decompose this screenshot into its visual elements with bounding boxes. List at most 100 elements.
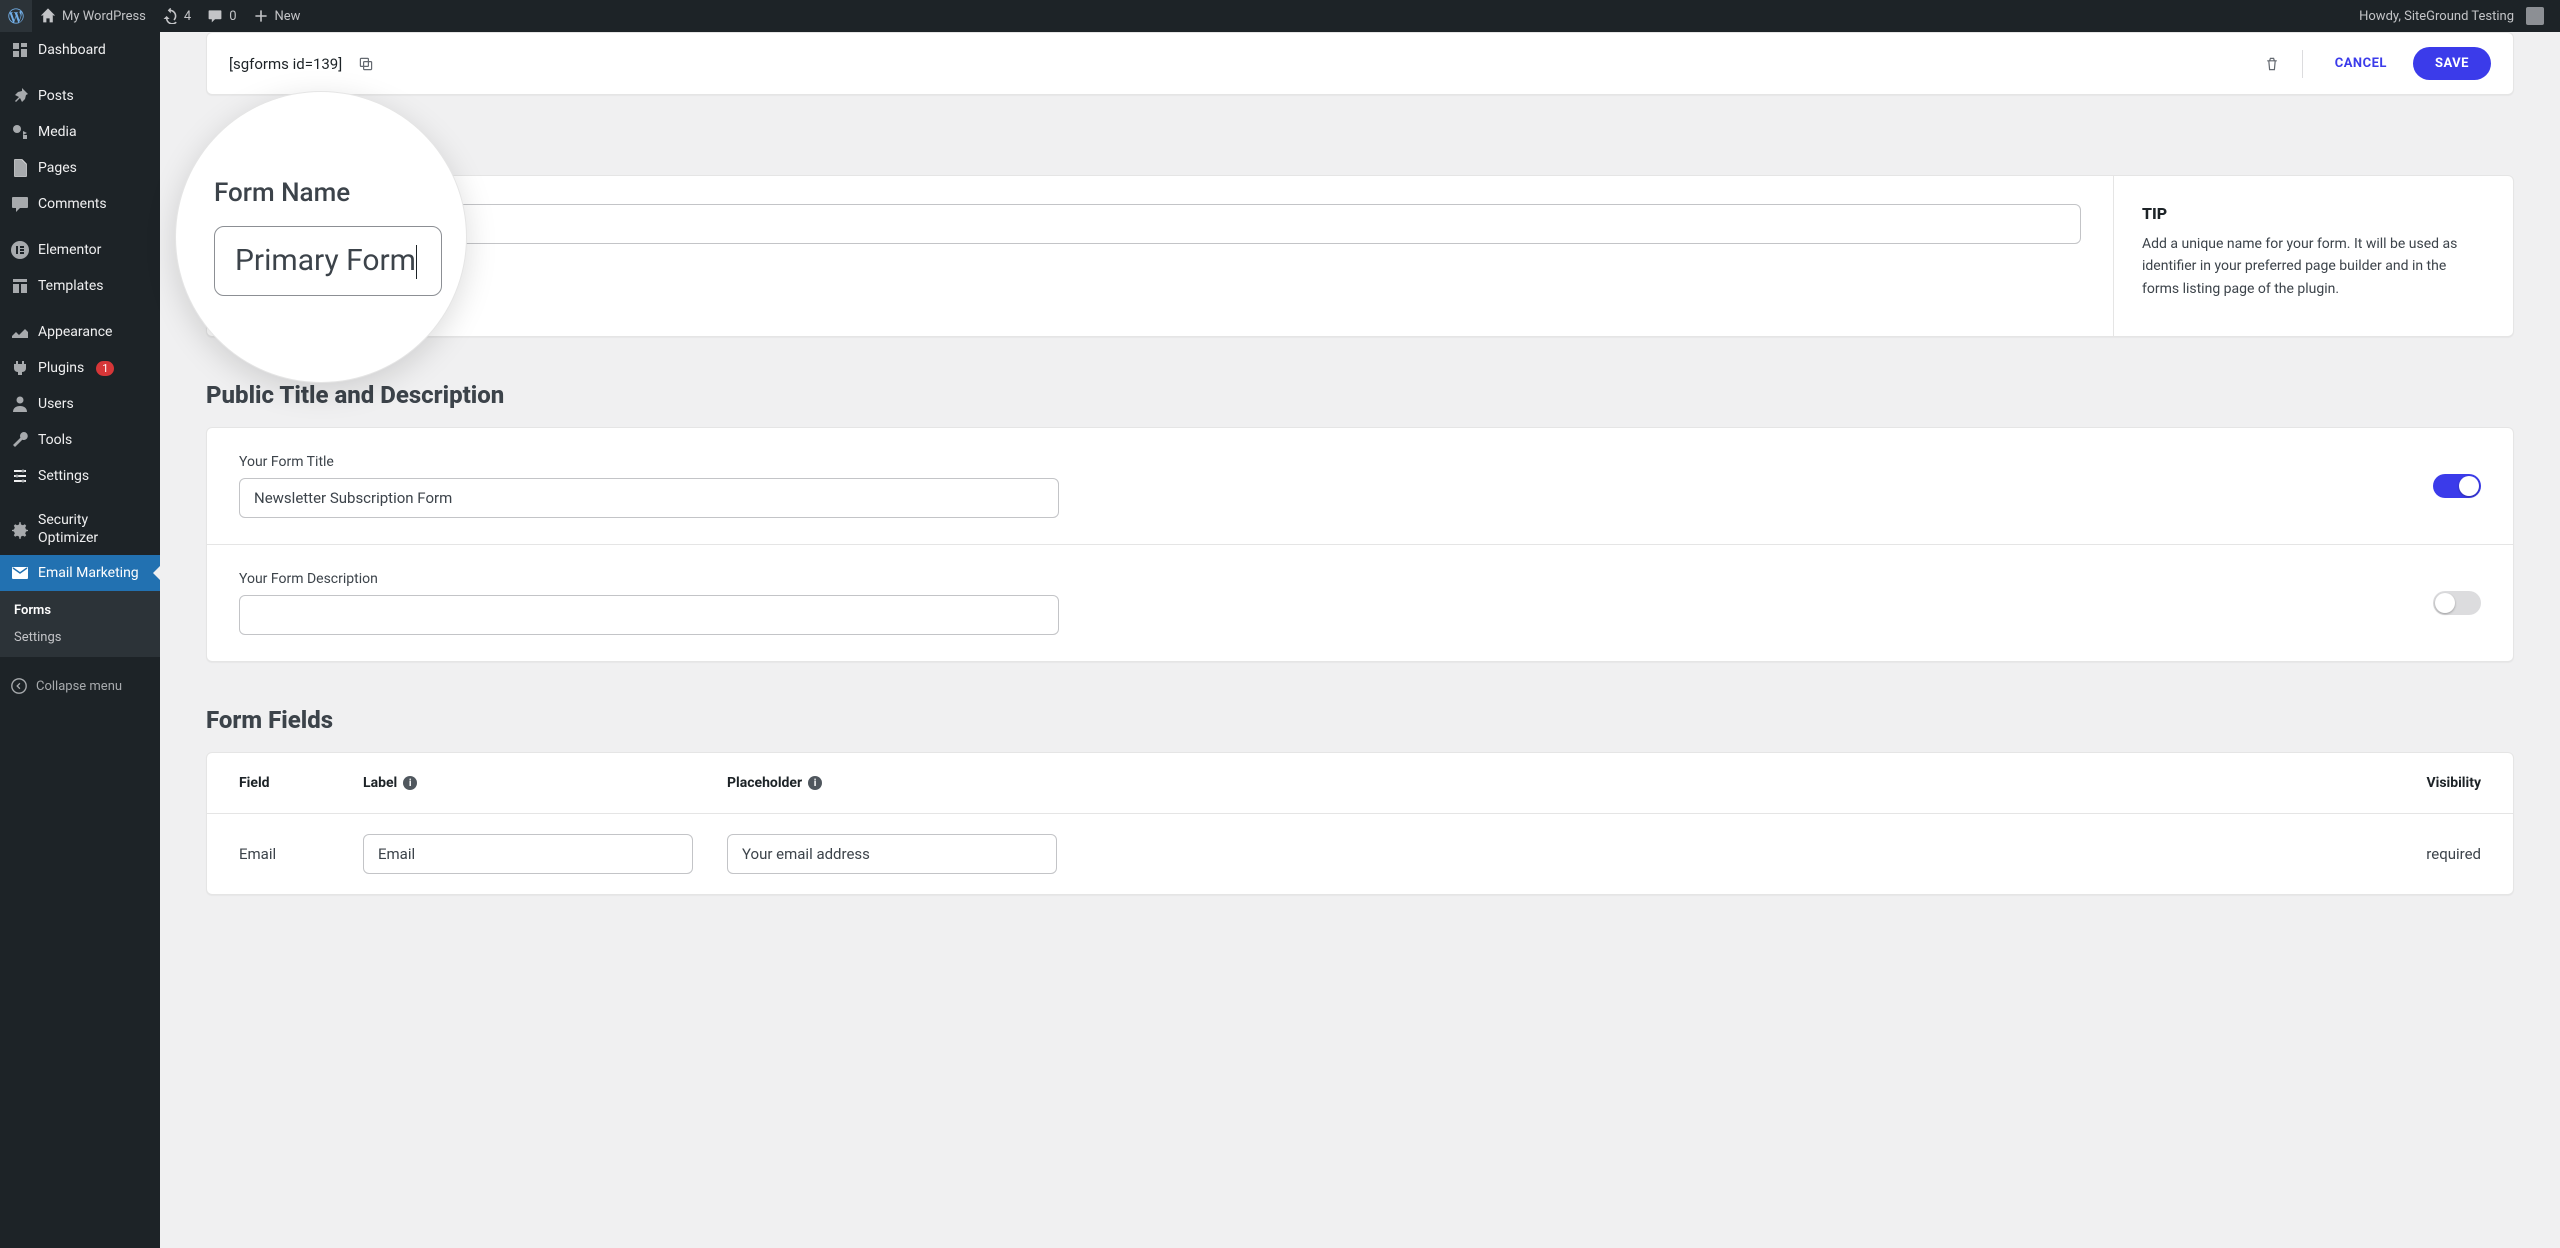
text-cursor [416, 245, 417, 279]
sidebar-item-email-marketing[interactable]: Email Marketing [0, 555, 160, 591]
delete-form-button[interactable] [2260, 52, 2284, 76]
copy-shortcode-button[interactable] [354, 52, 378, 76]
separator [2302, 50, 2303, 78]
sidebar-label: Posts [38, 88, 74, 104]
cancel-button[interactable]: CANCEL [2321, 48, 2401, 79]
pin-icon [10, 86, 30, 106]
new-label: New [275, 9, 301, 24]
updates-link[interactable]: 4 [154, 0, 199, 32]
sidebar-item-plugins[interactable]: Plugins 1 [0, 350, 160, 386]
wp-admin-bar: My WordPress 4 0 New Howdy, SiteGround T… [0, 0, 2560, 32]
update-badge: 1 [96, 361, 114, 376]
sidebar-label: Users [38, 396, 74, 412]
form-title-label: Your Form Title [239, 454, 1059, 470]
section-title-public: Public Title and Description [206, 381, 2514, 409]
sidebar-label: Dashboard [38, 42, 106, 58]
site-name-link[interactable]: My WordPress [32, 0, 154, 32]
save-button[interactable]: SAVE [2413, 47, 2491, 80]
shortcode-text: [sgforms id=139] [229, 55, 342, 73]
site-name-text: My WordPress [62, 9, 146, 24]
sidebar-label: Settings [38, 468, 89, 484]
dashboard-icon [10, 40, 30, 60]
templates-icon [10, 276, 30, 296]
form-description-label: Your Form Description [239, 571, 1059, 587]
page-icon [10, 158, 30, 178]
sidebar-item-settings[interactable]: Settings [0, 458, 160, 494]
sidebar-item-appearance[interactable]: Appearance [0, 314, 160, 350]
sidebar-label: Plugins [38, 360, 84, 376]
sidebar-label: Templates [38, 278, 104, 294]
fields-table-header: Field Labeli Placeholderi Visibility [207, 753, 2513, 814]
sidebar-item-users[interactable]: Users [0, 386, 160, 422]
email-marketing-icon [10, 563, 30, 583]
new-content-link[interactable]: New [245, 0, 309, 32]
tip-heading: TIP [2142, 204, 2485, 223]
appearance-icon [10, 322, 30, 342]
main-content: [sgforms id=139] CANCEL SAVE TIP Add a u… [160, 0, 2560, 955]
submenu-item-settings[interactable]: Settings [0, 624, 160, 651]
user-icon [10, 394, 30, 414]
sidebar-item-dashboard[interactable]: Dashboard [0, 32, 160, 68]
sidebar-item-media[interactable]: Media [0, 114, 160, 150]
comment-icon [207, 8, 223, 24]
copy-icon [358, 56, 374, 72]
sidebar-label: Appearance [38, 324, 112, 340]
comments-count: 0 [229, 9, 236, 24]
lens-form-name-label: Form Name [214, 178, 442, 208]
wordpress-icon [8, 8, 24, 24]
sidebar-submenu: Forms Settings [0, 591, 160, 657]
howdy-link[interactable]: Howdy, SiteGround Testing [2351, 0, 2552, 32]
col-header-label: Labeli [363, 775, 727, 791]
sidebar-label: Comments [38, 196, 107, 212]
sidebar-label: Pages [38, 160, 77, 176]
sidebar-label: Media [38, 124, 77, 140]
section-title-fields: Form Fields [206, 706, 2514, 734]
sidebar-item-security-optimizer[interactable]: SecurityOptimizer [0, 504, 160, 555]
public-card: Your Form Title Your Form Description [206, 427, 2514, 662]
form-description-input[interactable] [239, 595, 1059, 635]
sidebar-item-tools[interactable]: Tools [0, 422, 160, 458]
admin-sidebar: Dashboard Posts Media Pages Comments Ele… [0, 32, 160, 1248]
avatar [2526, 7, 2544, 25]
info-icon[interactable]: i [403, 776, 417, 790]
home-icon [40, 8, 56, 24]
form-name-input[interactable] [239, 204, 2081, 244]
field-label-input[interactable] [363, 834, 693, 874]
submenu-item-forms[interactable]: Forms [0, 597, 160, 624]
col-header-placeholder: Placeholderi [727, 775, 2391, 791]
sidebar-label: Email Marketing [38, 565, 139, 581]
tip-body: Add a unique name for your form. It will… [2142, 233, 2485, 300]
sidebar-label: Tools [38, 432, 72, 448]
col-header-field: Field [239, 775, 363, 791]
sidebar-item-elementor[interactable]: Elementor [0, 232, 160, 268]
collapse-icon [10, 677, 28, 695]
lens-form-name-input: Primary Form [214, 226, 442, 296]
wp-logo[interactable] [0, 0, 32, 32]
updates-count: 4 [184, 9, 191, 24]
field-placeholder-input[interactable] [727, 834, 1057, 874]
info-icon[interactable]: i [808, 776, 822, 790]
title-visibility-toggle[interactable] [2433, 474, 2481, 498]
field-name: Email [239, 845, 363, 863]
field-visibility: required [2391, 845, 2481, 863]
form-title-input[interactable] [239, 478, 1059, 518]
plus-icon [253, 8, 269, 24]
form-topbar: [sgforms id=139] CANCEL SAVE [206, 32, 2514, 95]
sidebar-label: SecurityOptimizer [38, 512, 98, 547]
field-row: Email required [207, 814, 2513, 894]
sidebar-item-comments[interactable]: Comments [0, 186, 160, 222]
refresh-icon [162, 8, 178, 24]
form-name-card: TIP Add a unique name for your form. It … [206, 175, 2514, 337]
howdy-text: Howdy, SiteGround Testing [2359, 9, 2514, 24]
comments-link[interactable]: 0 [199, 0, 244, 32]
sidebar-item-posts[interactable]: Posts [0, 78, 160, 114]
trash-icon [2264, 56, 2280, 72]
media-icon [10, 122, 30, 142]
elementor-icon [10, 240, 30, 260]
sidebar-item-pages[interactable]: Pages [0, 150, 160, 186]
sidebar-item-templates[interactable]: Templates [0, 268, 160, 304]
comment-icon [10, 194, 30, 214]
plugin-icon [10, 358, 30, 378]
description-visibility-toggle[interactable] [2433, 591, 2481, 615]
collapse-menu[interactable]: Collapse menu [0, 669, 160, 703]
